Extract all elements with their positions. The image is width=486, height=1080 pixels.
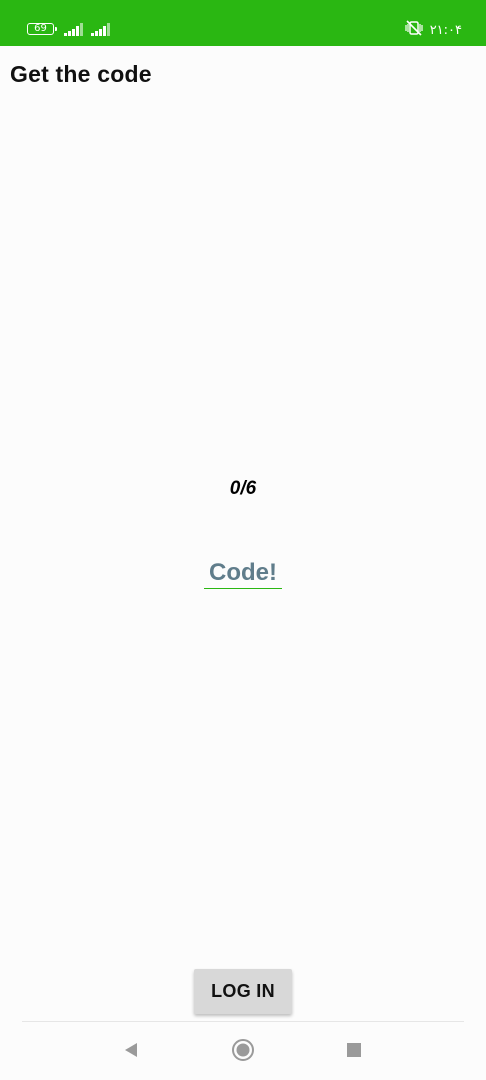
- code-input[interactable]: [204, 557, 282, 589]
- battery-icon: 69: [27, 23, 57, 35]
- home-icon[interactable]: [226, 1036, 260, 1064]
- status-time: ۲۱:۰۴: [429, 23, 462, 38]
- vibrate-off-icon: [404, 20, 424, 41]
- recents-icon[interactable]: [337, 1036, 371, 1064]
- code-counter: 0/6: [229, 478, 257, 499]
- signal-icon: [91, 23, 113, 36]
- login-button[interactable]: LOG IN: [194, 969, 292, 1014]
- signal-icon: [64, 23, 86, 36]
- page-title: Get the code: [10, 61, 152, 87]
- status-bar: 69 ۲۱:۰۴: [0, 0, 486, 46]
- navigation-bar: [0, 1022, 486, 1080]
- battery-level: 69: [34, 23, 47, 34]
- back-icon[interactable]: [114, 1036, 148, 1064]
- status-right: ۲۱:۰۴: [404, 20, 462, 41]
